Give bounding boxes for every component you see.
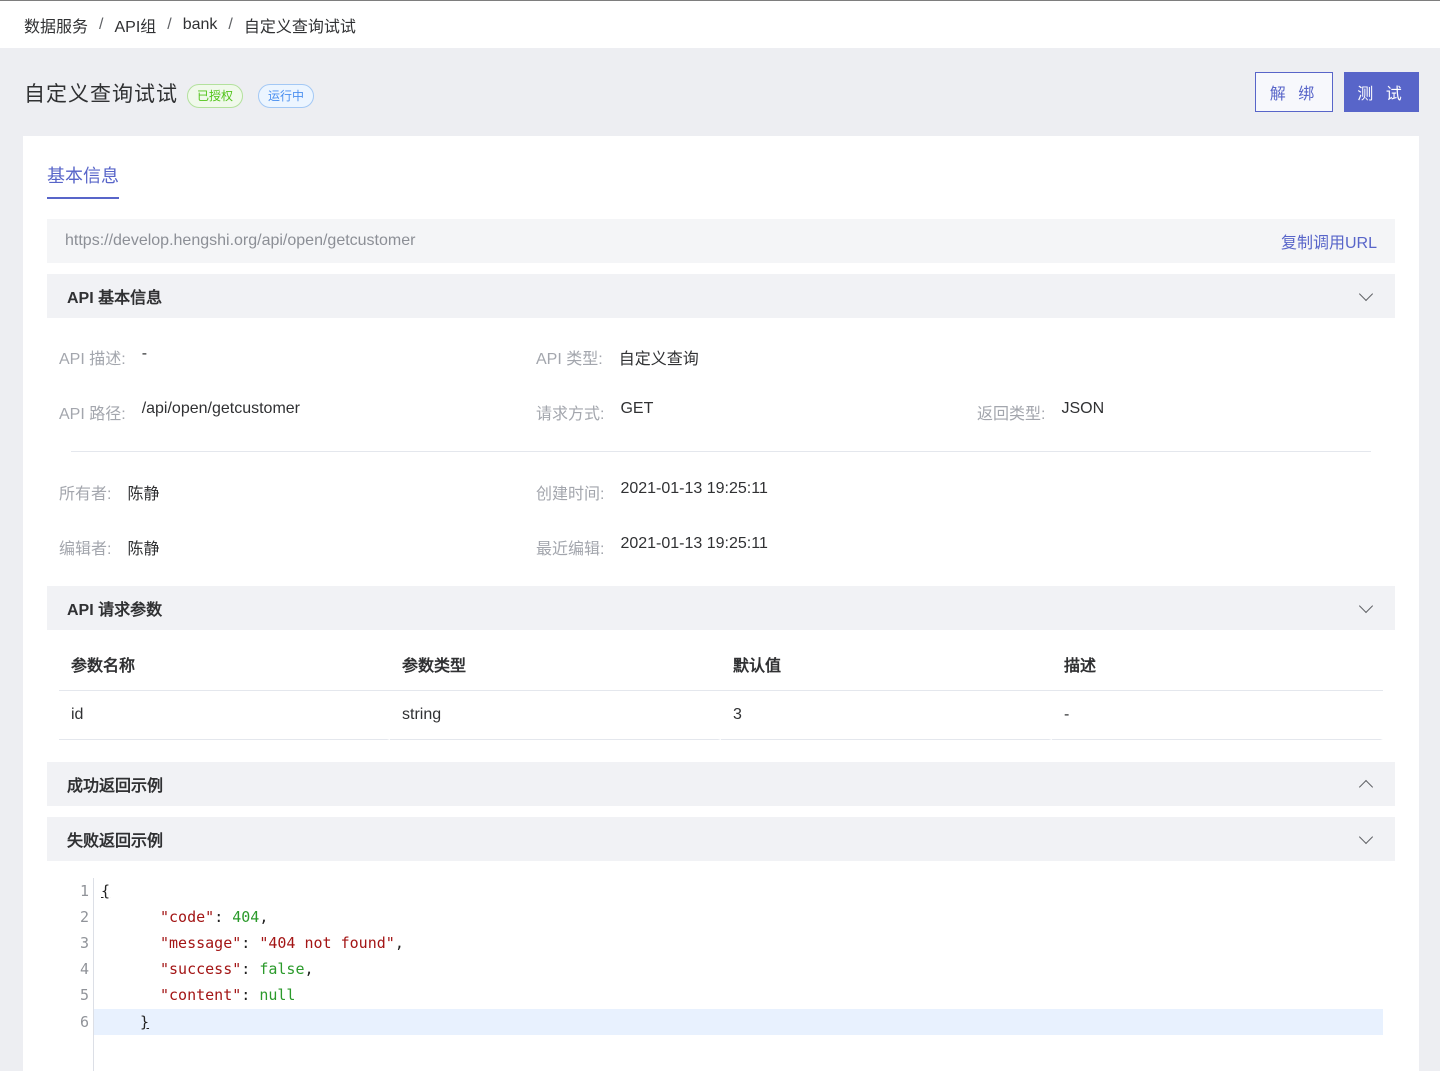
column-header: 参数名称 [59, 644, 390, 691]
table-header-row: 参数名称 参数类型 默认值 描述 [59, 644, 1383, 691]
page-header: 自定义查询试试 已授权 运行中 解 绑 测 试 [0, 48, 1440, 136]
breadcrumb-item-data-service[interactable]: 数据服务 [24, 13, 88, 37]
info-value: 陈静 [127, 541, 160, 558]
info-type: API 类型: 自定义查询 [536, 345, 699, 369]
json-comma: , [394, 934, 404, 952]
line-number: 3 [79, 934, 89, 952]
json-comma: , [259, 908, 269, 926]
table-row: id string 3 - [59, 691, 1383, 740]
code-line: 3 "message": "404 not found", [79, 930, 1383, 956]
line-number: 5 [79, 986, 89, 1004]
json-value: false [259, 960, 305, 978]
column-header: 参数类型 [390, 644, 721, 691]
line-number: 1 [79, 882, 89, 900]
failure-example-code[interactable]: 1 { 2 "code": 404, 3 "message": "404 not… [79, 878, 1383, 1071]
column-header: 描述 [1052, 644, 1383, 691]
tab-basic-info[interactable]: 基本信息 [47, 162, 119, 199]
table-cell: string [390, 691, 721, 740]
info-label: API 类型: [536, 351, 603, 368]
info-label: API 描述: [59, 351, 126, 368]
info-label: 请求方式: [536, 406, 605, 423]
info-value: 2021-01-13 19:25:11 [620, 535, 768, 552]
column-header: 默认值 [721, 644, 1052, 691]
info-value: 自定义查询 [618, 351, 699, 368]
info-desc: API 描述: - [59, 345, 147, 369]
api-url: https://develop.hengshi.org/api/open/get… [65, 232, 416, 249]
json-comma: , [304, 960, 314, 978]
breadcrumb-separator: / [167, 15, 172, 33]
section-failure-example[interactable]: 失败返回示例 [47, 817, 1395, 861]
section-request-params[interactable]: API 请求参数 [47, 586, 1395, 630]
table-cell: id [59, 691, 390, 740]
table-cell: 3 [721, 691, 1052, 740]
info-modified: 最近编辑: 2021-01-13 19:25:11 [536, 535, 768, 559]
test-button[interactable]: 测 试 [1344, 72, 1419, 112]
breadcrumb-separator: / [228, 15, 233, 33]
section-title: 失败返回示例 [67, 833, 164, 850]
chevron-up-icon [1358, 779, 1374, 794]
json-key: "message" [160, 934, 242, 952]
json-key: "content" [160, 986, 242, 1004]
json-value: 404 [232, 908, 260, 926]
copy-url-button[interactable]: 复制调用URL [1281, 229, 1377, 253]
info-value: GET [620, 400, 654, 417]
breadcrumb-item-bank[interactable]: bank [183, 16, 218, 34]
json-value: null [259, 986, 296, 1004]
info-path: API 路径: /api/open/getcustomer [59, 400, 300, 424]
breadcrumb-item-api-group[interactable]: API组 [114, 13, 156, 37]
authorized-badge: 已授权 [187, 84, 244, 108]
info-return-type: 返回类型: JSON [977, 400, 1104, 424]
section-basic-info[interactable]: API 基本信息 [47, 274, 1395, 318]
info-created: 创建时间: 2021-01-13 19:25:11 [536, 480, 768, 504]
section-success-example[interactable]: 成功返回示例 [47, 762, 1395, 806]
code-line: 2 "code": 404, [79, 904, 1383, 930]
section-title: API 基本信息 [67, 290, 163, 307]
breadcrumb-separator: / [99, 15, 104, 33]
chevron-down-icon [1358, 286, 1374, 301]
info-value: /api/open/getcustomer [141, 400, 301, 417]
divider [71, 451, 1371, 452]
code-line: 4 "success": false, [79, 956, 1383, 982]
params-table: 参数名称 参数类型 默认值 描述 id string 3 - [59, 644, 1383, 740]
info-label: 最近编辑: [536, 541, 605, 558]
info-label: 创建时间: [536, 486, 605, 503]
breadcrumb-item-current: 自定义查询试试 [243, 18, 356, 36]
json-value: "404 not found" [259, 934, 395, 952]
info-value: 陈静 [127, 486, 160, 503]
unbind-button[interactable]: 解 绑 [1255, 72, 1333, 112]
info-owner: 所有者: 陈静 [59, 480, 159, 504]
info-label: 编辑者: [59, 541, 112, 558]
chevron-down-icon [1358, 598, 1374, 613]
page-title: 自定义查询试试 [24, 83, 178, 106]
info-value: JSON [1061, 400, 1105, 417]
section-title: API 请求参数 [67, 602, 163, 619]
chevron-down-icon [1358, 829, 1374, 844]
line-number: 2 [79, 908, 89, 926]
table-cell: - [1052, 691, 1383, 740]
line-number: 4 [79, 960, 89, 978]
info-value: 2021-01-13 19:25:11 [620, 480, 768, 497]
open-brace: { [101, 882, 111, 900]
info-method: 请求方式: GET [536, 400, 653, 424]
line-number: 6 [79, 1013, 89, 1031]
info-value: - [141, 345, 148, 362]
json-key: "code" [160, 908, 215, 926]
info-label: 返回类型: [977, 406, 1046, 423]
code-line: 1 { [79, 878, 1383, 904]
url-bar: https://develop.hengshi.org/api/open/get… [47, 219, 1395, 263]
detail-card: 基本信息 https://develop.hengshi.org/api/ope… [23, 136, 1419, 1071]
info-label: 所有者: [59, 486, 112, 503]
code-line: 5 "content": null [79, 982, 1383, 1008]
breadcrumb: 数据服务 / API组 / bank / 自定义查询试试 [0, 0, 1440, 48]
close-brace: } [140, 1013, 150, 1031]
section-title: 成功返回示例 [67, 778, 164, 795]
running-badge: 运行中 [258, 84, 315, 108]
info-label: API 路径: [59, 406, 126, 423]
json-key: "success" [160, 960, 242, 978]
info-editor: 编辑者: 陈静 [59, 535, 159, 559]
code-line-active: 6 } [80, 1009, 1383, 1035]
